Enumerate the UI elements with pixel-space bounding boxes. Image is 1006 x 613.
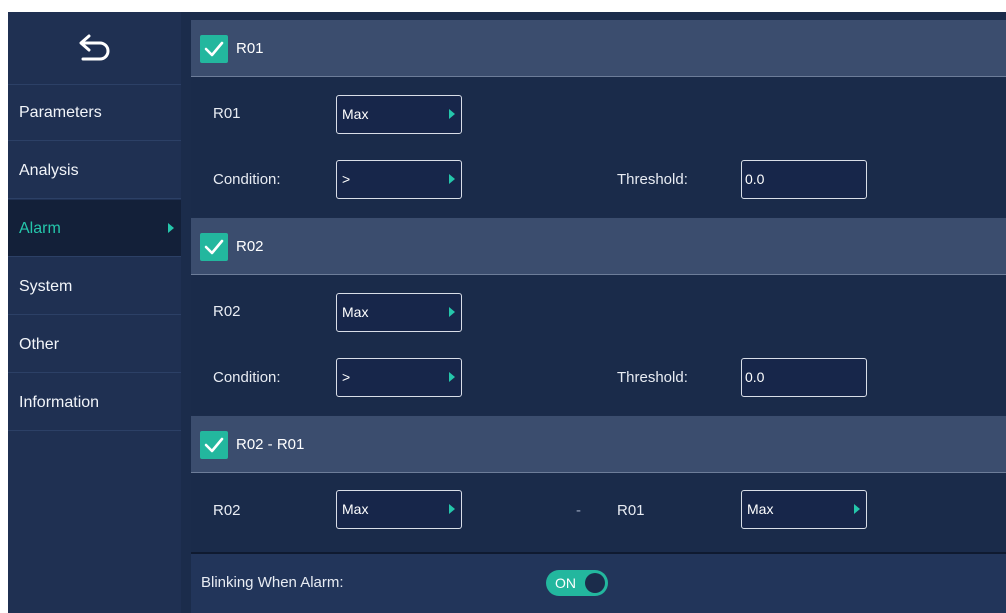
difference-left-select[interactable]: Max [336,490,462,529]
checkmark-icon [204,41,224,57]
r02-enable-checkbox[interactable] [200,233,228,261]
select-value: > [342,369,351,385]
dropdown-arrow-icon [449,372,455,382]
select-value: > [342,171,351,187]
r02-threshold-input[interactable]: 0.0 [741,358,867,397]
r02-source-label: R02 [213,303,241,320]
sidebar-item-label: Information [19,394,100,411]
condition-label: Condition: [213,171,281,188]
condition-label: Condition: [213,369,281,386]
dropdown-arrow-icon [449,174,455,184]
sidebar-item-label: Analysis [19,162,79,179]
sidebar-item-system[interactable]: System [8,258,181,315]
dropdown-arrow-icon [449,109,455,119]
sidebar-item-alarm[interactable]: Alarm [8,200,181,257]
r01-enable-checkbox[interactable] [200,35,228,63]
select-value: Max [342,106,369,122]
section-header-difference: R02 - R01 [191,416,1006,473]
sidebar-item-label: Other [19,336,60,353]
toggle-knob [585,573,605,593]
threshold-label: Threshold: [617,369,688,386]
sidebar-item-label: Parameters [19,104,102,121]
select-value: Max [747,501,774,517]
select-value: Max [342,304,369,320]
alarm-settings-panel: R01 R01 Max Condition: > Threshold: 0.0 [181,12,1006,613]
difference-right-select[interactable]: Max [741,490,867,529]
difference-enable-checkbox[interactable] [200,431,228,459]
blink-label: Blinking When Alarm: [201,574,344,591]
chevron-right-icon [168,223,174,233]
r01-mode-select[interactable]: Max [336,95,462,134]
r02-condition-select[interactable]: > [336,358,462,397]
back-arrow-icon [79,34,109,61]
blink-toggle[interactable]: ON [546,570,608,596]
section-header-r01: R01 [191,20,1006,77]
r01-threshold-input[interactable]: 0.0 [741,160,867,199]
select-value: Max [342,501,369,517]
section-body-r01: R01 Max Condition: > Threshold: 0.0 [191,77,1006,217]
checkmark-icon [204,239,224,255]
sidebar-item-parameters[interactable]: Parameters [8,84,181,141]
checkmark-icon [204,437,224,453]
r02-mode-select[interactable]: Max [336,293,462,332]
sidebar-item-information[interactable]: Information [8,374,181,431]
sidebar-item-label: Alarm [19,220,61,237]
section-title: R02 [236,238,264,255]
section-title: R01 [236,40,264,57]
sidebar-item-analysis[interactable]: Analysis [8,142,181,199]
threshold-label: Threshold: [617,171,688,188]
difference-right-label: R01 [617,502,645,519]
section-body-r02: R02 Max Condition: > Threshold: 0.0 [191,275,1006,415]
toggle-label: ON [555,575,576,591]
r01-source-label: R01 [213,105,241,122]
back-button[interactable] [8,12,181,85]
dropdown-arrow-icon [854,504,860,514]
sidebar: Parameters Analysis Alarm System Other I… [8,12,181,613]
section-title: R02 - R01 [236,436,305,453]
section-header-r02: R02 [191,218,1006,275]
blink-setting-row: Blinking When Alarm: ON [191,552,1006,613]
sidebar-item-other[interactable]: Other [8,316,181,373]
minus-sign: - [576,502,581,519]
dropdown-arrow-icon [449,504,455,514]
r01-condition-select[interactable]: > [336,160,462,199]
difference-left-label: R02 [213,502,241,519]
sidebar-item-label: System [19,278,73,295]
dropdown-arrow-icon [449,307,455,317]
device-screen: Parameters Analysis Alarm System Other I… [8,12,1006,613]
section-body-difference: R02 Max - R01 Max [191,473,1006,552]
